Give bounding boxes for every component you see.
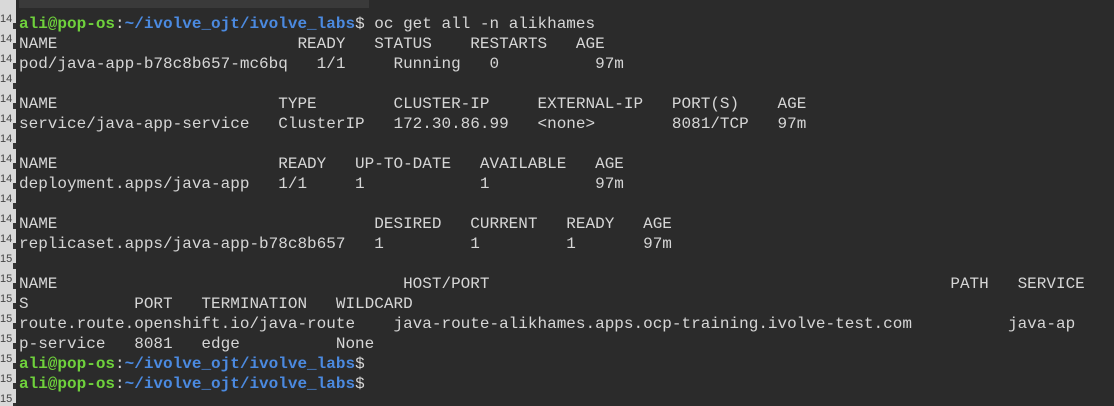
prompt-line: ali@pop-os:~/ivolve_ojt/ivolve_labs$ (19, 374, 1085, 394)
gutter-fold-marker (13, 243, 16, 249)
output-line: NAME TYPE CLUSTER-IP EXTERNAL-IP PORT(S)… (19, 95, 807, 113)
gutter-fold-marker (13, 283, 16, 289)
gutter-fold-marker (13, 363, 16, 369)
prompt-separator: : (115, 375, 125, 393)
terminal-output[interactable]: ali@pop-os:~/ivolve_ojt/ivolve_labs$ oc … (19, 0, 1085, 394)
gutter-fold-marker (13, 303, 16, 309)
gutter-fold-marker (13, 63, 16, 69)
output-line: service/java-app-service ClusterIP 172.3… (19, 115, 807, 133)
gutter-fold-marker (13, 163, 16, 169)
terminal-window[interactable]: 14 14 14 14 14 14 14 14 14 14 14 14 15 15 15 15 15 15 15 15… (0, 0, 1114, 406)
output-line: p-service 8081 edge None (19, 335, 375, 353)
prompt-path: ~/ivolve_ojt/ivolve_labs (124, 355, 356, 373)
gutter-fold-marker (13, 383, 16, 389)
line-number-gutter: 14 14 14 14 14 14 14 14 14 14 14 14 15 15 15 15 15 15 15 15 (0, 0, 16, 406)
output-line: deployment.apps/java-app 1/1 1 1 97m (19, 175, 624, 193)
prompt-user-host: ali@pop-os (19, 355, 116, 373)
prompt-symbol: $ (355, 375, 365, 393)
gutter-fold-marker (13, 223, 16, 229)
prompt-symbol: $ (355, 15, 365, 33)
output-line: NAME READY STATUS RESTARTS AGE (19, 35, 605, 53)
gutter-fold-marker (13, 323, 16, 329)
output-line: pod/java-app-b78c8b657-mc6bq 1/1 Running… (19, 55, 624, 73)
gutter-fold-marker (13, 143, 16, 149)
prompt-path: ~/ivolve_ojt/ivolve_labs (124, 375, 356, 393)
prompt-user-host: ali@pop-os (19, 15, 116, 33)
prompt-separator: : (115, 355, 125, 373)
output-line: S PORT TERMINATION WILDCARD (19, 295, 413, 313)
gutter-fold-marker (13, 23, 16, 29)
prompt-symbol: $ (355, 355, 365, 373)
gutter-fold-marker (13, 43, 16, 49)
output-line: NAME DESIRED CURRENT READY AGE (19, 215, 672, 233)
gutter-fold-marker (13, 343, 16, 349)
prompt-user-host: ali@pop-os (19, 375, 116, 393)
gutter-fold-marker (13, 203, 16, 209)
prompt-line: ali@pop-os:~/ivolve_ojt/ivolve_labs$ (19, 354, 1085, 374)
command-text: oc get all -n alikhames (364, 15, 596, 33)
prompt-path: ~/ivolve_ojt/ivolve_labs (124, 15, 356, 33)
gutter-fold-marker (13, 123, 16, 129)
output-line: replicaset.apps/java-app-b78c8b657 1 1 1… (19, 235, 672, 253)
gutter-fold-marker (13, 183, 16, 189)
output-line: NAME READY UP-TO-DATE AVAILABLE AGE (19, 155, 624, 173)
gutter-fold-marker (13, 263, 16, 269)
gutter-fold-marker (13, 103, 16, 109)
prompt-separator: : (115, 15, 125, 33)
output-line: route.route.openshift.io/java-route java… (19, 315, 1076, 333)
output-line: NAME HOST/PORT PATH SERVICE (19, 275, 1085, 293)
gutter-fold-marker (13, 83, 16, 89)
prompt-line: ali@pop-os:~/ivolve_ojt/ivolve_labs$ oc … (19, 14, 1085, 34)
